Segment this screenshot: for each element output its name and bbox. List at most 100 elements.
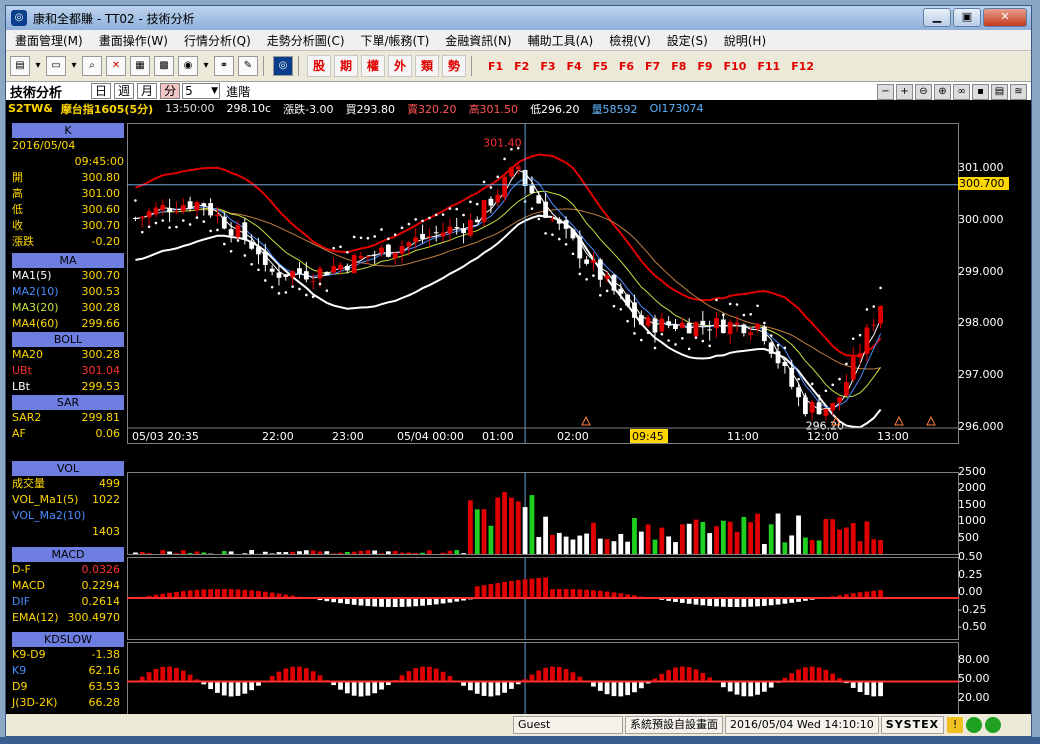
side-header-k[interactable]: K	[12, 123, 124, 138]
fkey-f8[interactable]: F8	[671, 60, 686, 73]
monitor-icon[interactable]: ▭	[46, 56, 66, 76]
maximize-button[interactable]: ▣	[953, 8, 981, 27]
volume-bar	[139, 551, 145, 554]
period-button-2[interactable]: 月	[137, 83, 158, 99]
sar-dot	[687, 347, 691, 351]
fund-button-1[interactable]: 期	[334, 55, 358, 77]
minus-icon[interactable]: −	[877, 84, 894, 100]
sar-dot	[551, 233, 554, 236]
fkey-f9[interactable]: F9	[697, 60, 712, 73]
kd-bar	[666, 670, 672, 682]
fkey-f1[interactable]: F1	[488, 60, 503, 73]
fkey-f5[interactable]: F5	[593, 60, 608, 73]
dropdown-arrow-icon[interactable]: ▾	[202, 57, 210, 75]
fund-button-5[interactable]: 勢	[442, 55, 466, 77]
kd-bar	[365, 681, 371, 696]
save-icon[interactable]: ▪	[972, 84, 989, 100]
minimize-button[interactable]: ▁	[923, 8, 951, 27]
candle-body	[720, 319, 726, 334]
fund-button-2[interactable]: 權	[361, 55, 385, 77]
sar-dot	[817, 394, 821, 398]
chart-area[interactable]: 301.40296.2005/03 20:35 22:00 23:00 05/04 0…	[127, 123, 959, 721]
screen-layout-icon[interactable]: ▤	[10, 56, 30, 76]
fkey-f11[interactable]: F11	[757, 60, 780, 73]
logo-button-icon[interactable]: ◎	[273, 56, 293, 76]
volume-bar	[413, 553, 419, 554]
menu-item-3[interactable]: 走勢分析圖(C)	[267, 32, 345, 49]
globe-icon[interactable]: ◉	[178, 56, 198, 76]
minutes-select[interactable]: 5 ▼	[182, 83, 221, 99]
candle-body	[187, 201, 193, 209]
close-button[interactable]: ✕	[983, 8, 1027, 27]
dropdown-arrow-icon[interactable]: ▾	[34, 57, 42, 75]
glasses-icon[interactable]: ∞	[953, 84, 970, 100]
print-icon[interactable]: ▤	[991, 84, 1008, 100]
close-window-icon[interactable]: ✕	[106, 56, 126, 76]
zoom-in-icon[interactable]: ⊕	[934, 84, 951, 100]
volume-bar	[850, 523, 856, 554]
menu-item-2[interactable]: 行情分析(Q)	[184, 32, 251, 49]
sar-dot	[633, 332, 636, 335]
grid-icon[interactable]: ▩	[154, 56, 174, 76]
side-header-ma[interactable]: MA	[12, 253, 124, 268]
fund-button-3[interactable]: 外	[388, 55, 412, 77]
volume-bar	[221, 551, 227, 554]
side-header-vol[interactable]: VOL	[12, 461, 124, 476]
fund-button-0[interactable]: 股	[307, 55, 331, 77]
ma2-line	[135, 177, 882, 409]
sar-dot	[858, 333, 862, 337]
side-header-macd[interactable]: MACD	[12, 547, 124, 562]
kd-bar	[290, 666, 296, 682]
sar-dot	[298, 287, 301, 291]
macd-bar	[351, 598, 357, 605]
volume-bar	[693, 519, 699, 554]
macd-bar	[385, 598, 391, 607]
fkey-f12[interactable]: F12	[791, 60, 814, 73]
plus-icon[interactable]: +	[896, 84, 913, 100]
menu-item-1[interactable]: 畫面操作(W)	[99, 32, 168, 49]
fkey-f6[interactable]: F6	[619, 60, 634, 73]
dropdown-arrow-icon[interactable]: ▾	[70, 57, 78, 75]
sar-dot	[701, 339, 705, 343]
macd-bar	[768, 598, 774, 606]
menu-item-0[interactable]: 畫面管理(M)	[15, 32, 83, 49]
fkey-f7[interactable]: F7	[645, 60, 660, 73]
advanced-button[interactable]: 進階	[226, 83, 250, 100]
note-icon[interactable]: ✎	[238, 56, 258, 76]
fkey-f3[interactable]: F3	[540, 60, 555, 73]
fkey-f4[interactable]: F4	[567, 60, 582, 73]
fund-button-4[interactable]: 類	[415, 55, 439, 77]
side-header-kd[interactable]: KDSLOW	[12, 632, 124, 647]
sar-dot	[838, 377, 841, 381]
kd-bar	[406, 671, 412, 682]
menu-item-9[interactable]: 說明(H)	[724, 32, 766, 49]
kd-bar	[228, 681, 234, 697]
menu-item-5[interactable]: 金融資訊(N)	[445, 32, 511, 49]
period-button-3[interactable]: 分	[160, 83, 181, 99]
period-button-1[interactable]: 週	[114, 83, 135, 99]
candle-body	[269, 268, 275, 272]
menu-item-8[interactable]: 設定(S)	[667, 32, 708, 49]
calculator-icon[interactable]: ▦	[130, 56, 150, 76]
config-icon[interactable]: ≋	[1010, 84, 1027, 100]
menu-item-4[interactable]: 下單/帳務(T)	[361, 32, 430, 49]
sar-dot	[824, 389, 828, 393]
kd-bar	[857, 681, 863, 693]
side-header-sar[interactable]: SAR	[12, 395, 124, 410]
period-button-0[interactable]: 日	[91, 83, 112, 99]
menu-item-6[interactable]: 輔助工具(A)	[528, 32, 594, 49]
fkey-f2[interactable]: F2	[514, 60, 529, 73]
candle-body	[413, 237, 419, 243]
side-header-boll[interactable]: BOLL	[12, 332, 124, 347]
volume-bar	[878, 539, 883, 554]
fkey-f10[interactable]: F10	[724, 60, 747, 73]
volume-bar	[591, 522, 596, 554]
search-icon[interactable]: ⌕	[82, 56, 102, 76]
sar-dot	[284, 291, 288, 294]
macd-axis-label: 0.25	[958, 567, 983, 581]
kd-bar	[611, 681, 617, 697]
zoom-out-icon[interactable]: ⊖	[915, 84, 932, 100]
link-icon[interactable]: ⚭	[214, 56, 234, 76]
kd-bar	[604, 681, 610, 695]
menu-item-7[interactable]: 檢視(V)	[609, 32, 651, 49]
